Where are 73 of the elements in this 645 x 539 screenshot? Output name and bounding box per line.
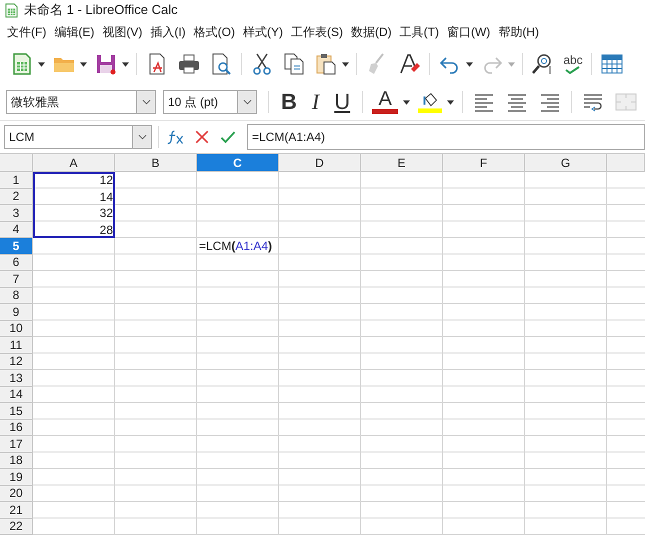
table-icon[interactable]	[600, 52, 624, 76]
row-header[interactable]: 21	[0, 502, 33, 518]
row-header[interactable]: 12	[0, 354, 33, 370]
table-cell: 14	[33, 188, 115, 205]
column-header[interactable]: E	[361, 154, 443, 172]
column-header[interactable]: D	[279, 154, 361, 172]
menu-item[interactable]: 帮助(H)	[495, 24, 544, 40]
formula-input[interactable]: =LCM(A1:A4)	[247, 124, 645, 150]
row-header[interactable]: 6	[0, 254, 33, 271]
menu-item[interactable]: 样式(Y)	[240, 24, 288, 40]
column-header[interactable]: C	[197, 154, 279, 172]
caret-icon[interactable]	[142, 99, 150, 105]
caret-icon[interactable]	[138, 134, 146, 140]
column-header[interactable]: B	[115, 154, 197, 172]
menu-item[interactable]: 插入(I)	[147, 24, 191, 40]
row-header[interactable]: 8	[0, 288, 33, 304]
clipboard-icon[interactable]	[314, 52, 338, 76]
row-header[interactable]: 1	[0, 172, 33, 188]
font-size-field[interactable]: 10 点 (pt)	[163, 90, 257, 114]
row-header[interactable]: 20	[0, 486, 33, 502]
window-title: 未命名 1 - LibreOffice Calc	[24, 1, 178, 19]
caret-icon[interactable]	[342, 62, 349, 66]
table-cell-text: =LCM(A1:A4)	[198, 238, 274, 254]
bold-button[interactable]: B	[278, 90, 300, 114]
spreadsheet-icon	[5, 2, 18, 18]
spellcheck-button[interactable]: abc	[563, 54, 583, 74]
menu-item[interactable]: 工作表(S)	[288, 24, 348, 40]
caret-icon[interactable]	[447, 100, 454, 104]
row-header[interactable]: 3	[0, 205, 33, 222]
function-wizard-icon[interactable]	[167, 128, 185, 146]
row-header[interactable]: 19	[0, 469, 33, 486]
menu-item[interactable]: 格式(O)	[190, 24, 240, 40]
row-header[interactable]: 13	[0, 370, 33, 386]
caret-icon[interactable]	[38, 62, 45, 66]
menu-item[interactable]: 窗口(W)	[444, 24, 496, 40]
column-header[interactable]: F	[443, 154, 525, 172]
table-cell: 28	[33, 222, 115, 238]
row-header[interactable]: 9	[0, 304, 33, 320]
font-color-button[interactable]: A	[372, 90, 398, 114]
column-header[interactable]: G	[525, 154, 607, 172]
caret-icon[interactable]	[80, 62, 87, 66]
row-header[interactable]: 4	[0, 222, 33, 238]
underline-button[interactable]: U	[331, 90, 354, 114]
row-header[interactable]: 15	[0, 403, 33, 420]
row-header[interactable]: 2	[0, 188, 33, 205]
menu-item[interactable]: 文件(F)	[4, 24, 52, 40]
highlighter-icon[interactable]	[418, 90, 442, 114]
row-header[interactable]: 22	[0, 518, 33, 535]
caret-icon[interactable]	[122, 62, 129, 66]
row-header[interactable]: 11	[0, 337, 33, 354]
caret-icon[interactable]	[242, 99, 252, 105]
table-cell: 32	[33, 205, 115, 222]
column-header[interactable]: A	[33, 154, 115, 172]
row-header[interactable]: 18	[0, 452, 33, 469]
caret-icon[interactable]	[466, 62, 473, 66]
menu-item[interactable]: 工具(T)	[396, 24, 444, 40]
font-name-field[interactable]: 微软雅黑	[6, 90, 156, 114]
printer-icon[interactable]	[177, 52, 201, 76]
cancel-icon[interactable]	[193, 128, 211, 146]
row-header[interactable]: 16	[0, 420, 33, 436]
menu-item[interactable]: 数据(D)	[348, 24, 397, 40]
italic-button[interactable]: I	[308, 90, 322, 114]
copy-icon[interactable]	[282, 52, 306, 76]
name-box[interactable]: LCM	[4, 125, 152, 149]
caret-icon[interactable]	[403, 100, 410, 104]
menu-item[interactable]: 视图(V)	[99, 24, 148, 40]
menu-item[interactable]: 编辑(E)	[51, 24, 100, 40]
table-cell: 12	[33, 172, 115, 188]
row-header[interactable]: 5	[0, 238, 33, 254]
row-header[interactable]: 14	[0, 386, 33, 403]
row-header[interactable]: 17	[0, 436, 33, 452]
row-header[interactable]: 7	[0, 271, 33, 288]
row-header[interactable]: 10	[0, 320, 33, 337]
